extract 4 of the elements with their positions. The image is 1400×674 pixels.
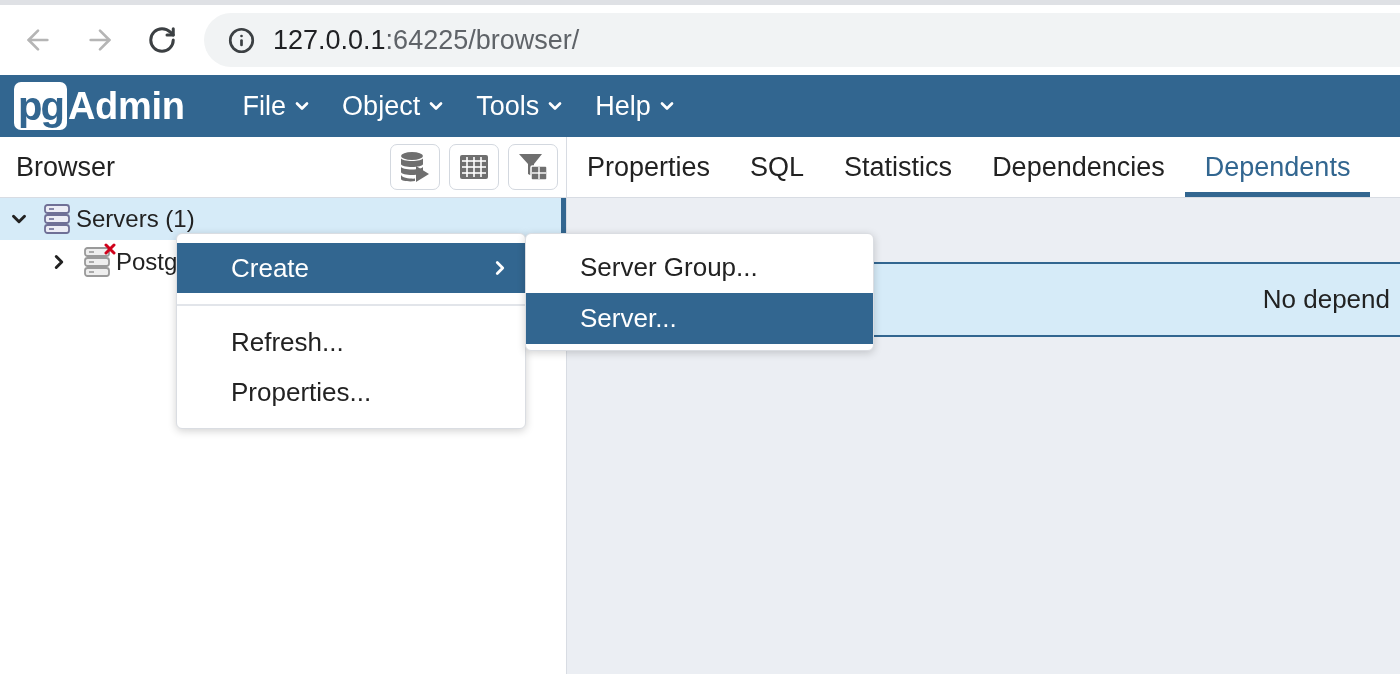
- panel-title: Browser: [16, 151, 116, 183]
- logo-text: Admin: [67, 84, 185, 128]
- logo-mark: pg: [14, 82, 67, 130]
- url-text: 127.0.0.1:64225/browser/: [273, 24, 580, 56]
